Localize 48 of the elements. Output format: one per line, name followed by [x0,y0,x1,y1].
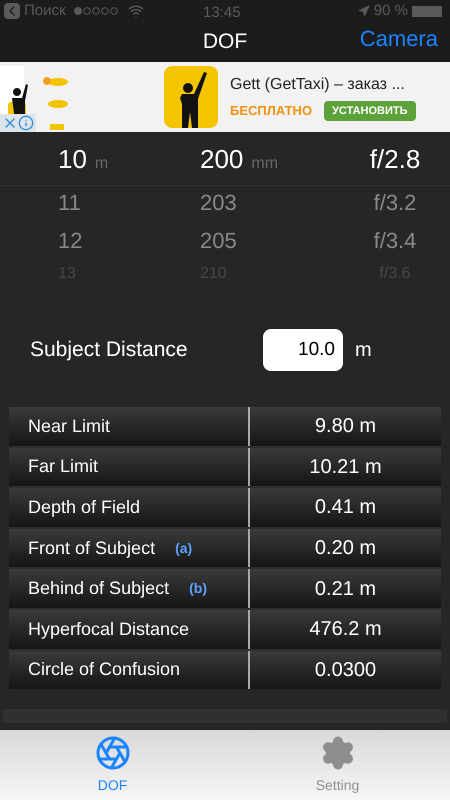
subject-distance-label: Subject Distance [30,337,189,364]
aperture-icon [94,735,130,771]
unit-label: m [94,154,108,174]
picker-value[interactable]: 11 [58,186,81,219]
footnote-mark: (a) [175,538,192,558]
footnote-mark: (b) [189,579,207,598]
result-label: Circle of Confusion [28,658,180,682]
install-button[interactable]: УСТАНОВИТЬ [324,100,416,122]
ad-price: БЕСПЛАТНО [230,102,312,120]
result-value: 10.21 m [309,454,382,480]
location-icon [358,5,370,17]
camera-button[interactable]: Camera [360,22,438,55]
result-label: Depth of Field [28,496,140,519]
tab[interactable]: DOF [0,730,225,800]
result-value: 0.41 m [314,495,376,520]
result-value: 0.21 m [314,576,376,602]
ad-title: Gett (GetTaxi) – заказ ... [230,74,406,95]
result-value: 0.0300 [314,658,376,683]
picker-value[interactable]: 203 [200,186,237,219]
result-label: Front of Subject [28,536,156,560]
result-label: Far Limit [28,455,98,478]
picker-value[interactable]: 200 [200,140,244,179]
unit-label: mm [251,154,278,174]
back-icon [4,3,20,19]
picker-value[interactable]: 10 [58,140,87,179]
signal-icon [74,7,120,15]
battery-icon [412,6,442,16]
screen-title: DOF [202,29,248,56]
result-value: 9.80 m [314,414,376,440]
picker-value[interactable]: 205 [200,224,237,257]
ad-banner[interactable]: Gett (GetTaxi) – заказ ... БЕСПЛАТНО УСТАНОВИТЬ [0,62,450,132]
unit-label: m [355,338,372,363]
time: 13:45 [203,3,241,23]
result-value: 476.2 m [309,617,382,642]
info-icon[interactable] [18,115,34,131]
result-label: Behind of Subject [28,577,170,600]
tab[interactable]: Setting [225,730,450,800]
wifi-icon [128,3,144,19]
back-link[interactable]: Поиск [24,0,66,22]
picker-value[interactable]: f/3.2 [374,186,416,219]
picker-value[interactable]: f/3.4 [374,224,416,257]
result-label: Near Limit [28,414,110,438]
result-label: Hyperfocal Distance [28,618,190,641]
battery-level: 90 % [374,0,408,21]
picker-value[interactable]: 12 [58,224,82,257]
result-value: 0.20 m [314,536,376,562]
subject-distance-field[interactable]: 10.0 [263,329,343,371]
picker-value[interactable]: f/2.8 [370,140,420,179]
